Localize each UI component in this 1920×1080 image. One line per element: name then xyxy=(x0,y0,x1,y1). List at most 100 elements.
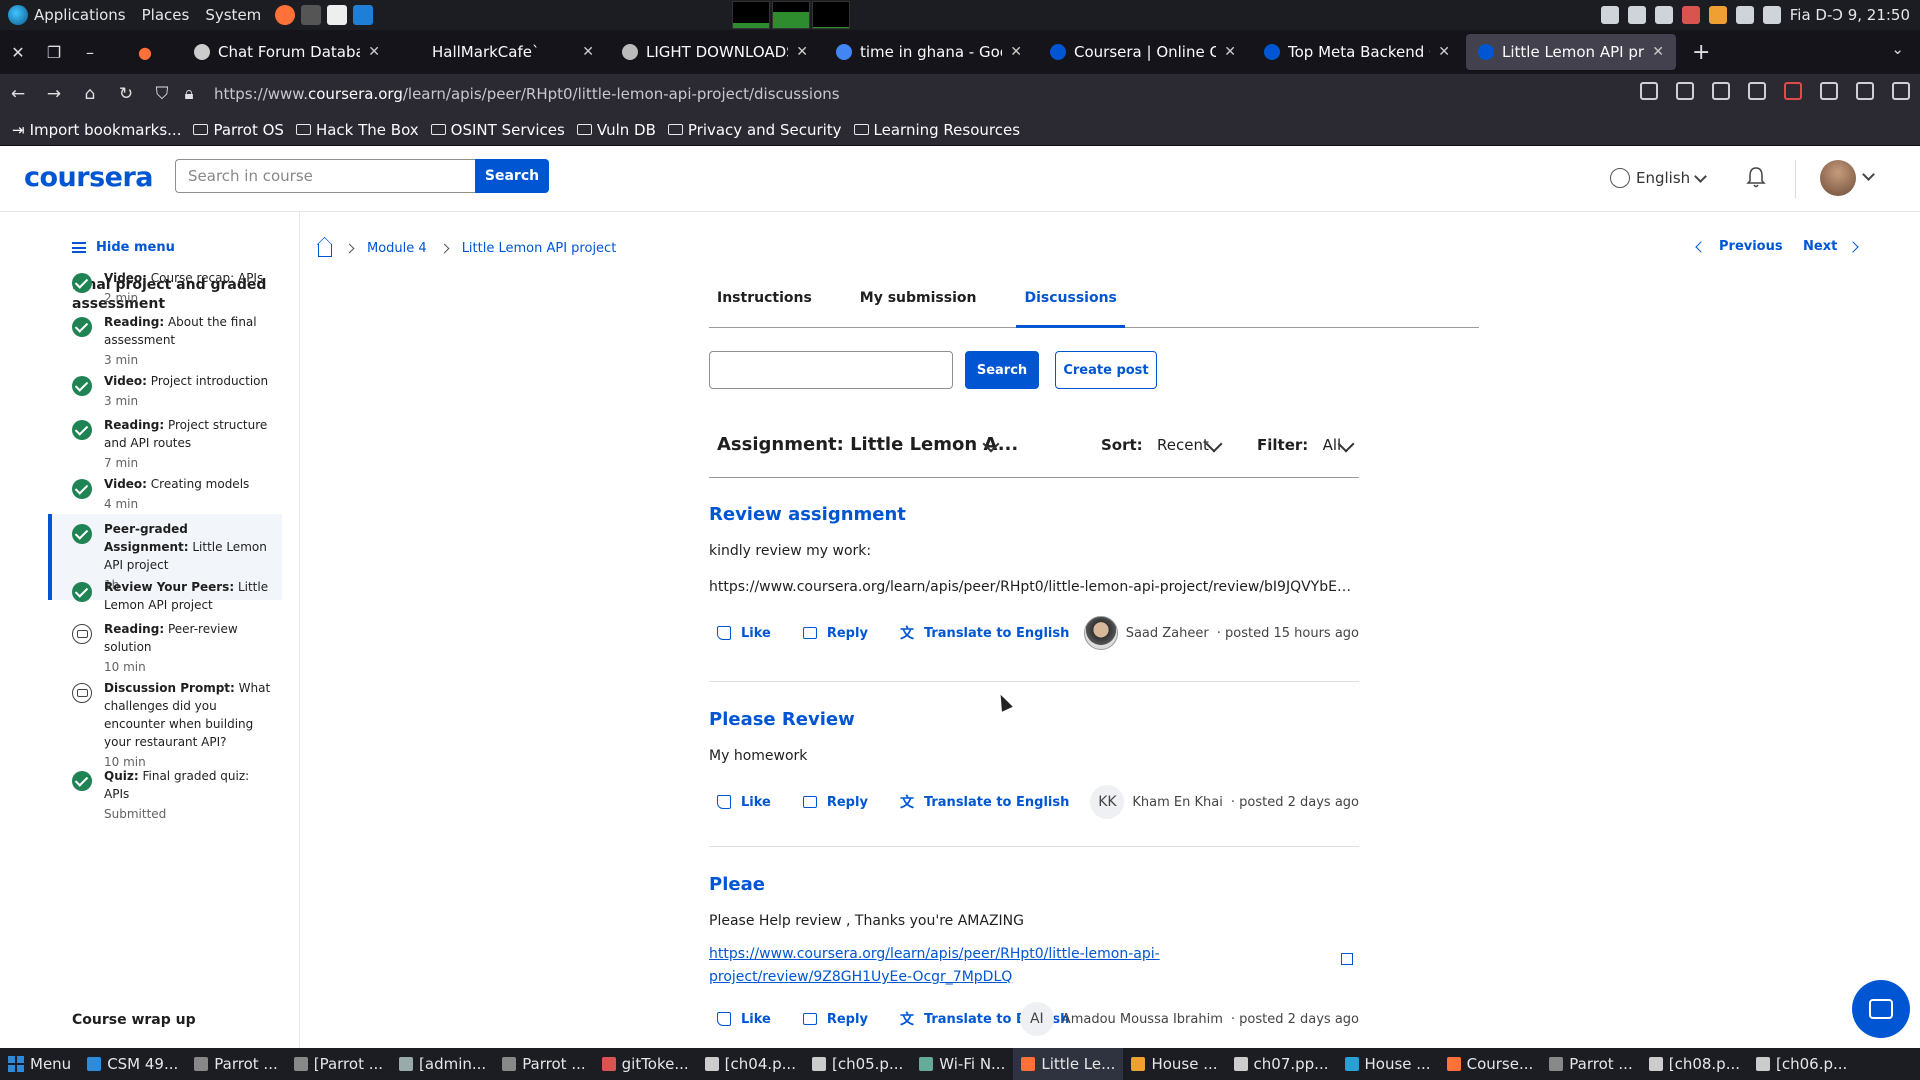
extension-icon[interactable] xyxy=(1748,82,1766,100)
taskbar-window[interactable]: gitToke... xyxy=(594,1048,697,1080)
taskbar-window[interactable]: [ch08.p... xyxy=(1641,1048,1748,1080)
bell-icon[interactable] xyxy=(1746,166,1766,188)
notification-icon[interactable] xyxy=(1681,6,1700,24)
browser-tab[interactable]: Top Meta Backend Course ✕ xyxy=(1252,34,1462,70)
browser-tab[interactable]: LIGHT DOWNLOADS: Kill ✕ xyxy=(610,34,820,70)
taskbar-window[interactable]: [admin... xyxy=(391,1048,494,1080)
lock-icon[interactable]: 🔒︎ xyxy=(180,84,198,104)
sidebar-item[interactable]: Video: Creating models 4 min xyxy=(48,475,282,513)
wifi-icon[interactable] xyxy=(1735,6,1754,24)
language-selector[interactable]: English xyxy=(1610,168,1708,188)
reply-button[interactable]: Reply xyxy=(802,626,868,641)
bluetooth-icon[interactable] xyxy=(1600,6,1619,24)
browser-tab[interactable]: Chat Forum Database De ✕ xyxy=(182,34,392,70)
reply-button[interactable]: Reply xyxy=(802,795,868,810)
taskbar-window[interactable]: Parrot ... xyxy=(494,1048,593,1080)
discussion-search-input[interactable] xyxy=(709,351,953,389)
editor-launcher-icon[interactable] xyxy=(327,5,348,25)
sidebar-item[interactable]: Quiz: Final graded quiz: APIs Submitted xyxy=(48,767,282,823)
browser-tab[interactable]: time in ghana - Google Se ✕ xyxy=(824,34,1034,70)
next-section-title[interactable]: Course wrap up xyxy=(72,1011,272,1030)
author-avatar[interactable]: AI xyxy=(1019,1002,1054,1036)
bookmark-folder[interactable]: Vuln DB xyxy=(576,121,656,139)
taskbar-window[interactable]: House ... xyxy=(1123,1048,1225,1080)
home-icon[interactable] xyxy=(318,244,332,257)
system-menu[interactable]: System xyxy=(197,6,269,24)
sidebar-item[interactable]: Review Your Peers: Little Lemon API proj… xyxy=(48,578,282,614)
post-title[interactable]: Review assignment xyxy=(709,504,1359,525)
close-window-icon[interactable]: ✕ xyxy=(0,43,36,62)
like-button[interactable]: Like xyxy=(717,795,771,810)
post-link[interactable]: https://www.coursera.org/learn/apis/peer… xyxy=(709,943,1249,989)
discussion-search-button[interactable]: Search xyxy=(965,351,1039,389)
chat-help-button[interactable] xyxy=(1852,980,1910,1038)
start-menu-button[interactable]: Menu xyxy=(0,1048,79,1080)
close-tab-icon[interactable]: ✕ xyxy=(796,44,808,60)
forward-icon[interactable]: → xyxy=(36,84,72,104)
terminal-launcher-icon[interactable] xyxy=(301,5,322,25)
reader-view-icon[interactable] xyxy=(1640,82,1658,100)
back-icon[interactable]: ← xyxy=(0,84,36,104)
tab-my-submission[interactable]: My submission xyxy=(852,282,985,328)
close-tab-icon[interactable]: ✕ xyxy=(368,44,380,60)
close-tab-icon[interactable]: ✕ xyxy=(1224,44,1236,60)
translate-button[interactable]: 文 Translate to English xyxy=(900,792,1069,812)
like-button[interactable]: Like xyxy=(717,626,771,641)
home-icon[interactable]: ⌂ xyxy=(72,84,108,104)
tab-instructions[interactable]: Instructions xyxy=(709,282,820,328)
new-tab-button[interactable]: + xyxy=(1680,40,1722,65)
translate-button[interactable]: 文 Translate to English xyxy=(900,623,1069,643)
app-menu-icon[interactable] xyxy=(1892,82,1910,100)
firefox-launcher-icon[interactable] xyxy=(275,5,296,25)
breadcrumb-module[interactable]: Module 4 xyxy=(367,241,427,256)
vscode-launcher-icon[interactable] xyxy=(353,5,374,25)
bookmark-folder[interactable]: Learning Resources xyxy=(853,121,1020,139)
bookmark-folder[interactable]: Hack The Box xyxy=(295,121,419,139)
sidebar-item[interactable]: Reading: Peer-review solution 10 min xyxy=(48,620,282,676)
taskbar-window[interactable]: Wi-Fi N... xyxy=(911,1048,1013,1080)
filter-dropdown[interactable]: Filter: All xyxy=(1257,436,1341,454)
author-name[interactable]: Saad Zaheer xyxy=(1126,626,1209,641)
sidebar-item[interactable]: Reading: Project structure and API route… xyxy=(48,416,282,472)
course-search-button[interactable]: Search xyxy=(475,159,549,193)
reply-button[interactable]: Reply xyxy=(802,1012,868,1027)
hide-menu-button[interactable]: Hide menu xyxy=(72,240,175,255)
sort-dropdown[interactable]: Sort: Recent xyxy=(1101,436,1209,454)
applications-menu[interactable]: Applications xyxy=(0,5,134,25)
close-tab-icon[interactable]: ✕ xyxy=(1010,44,1022,60)
create-post-button[interactable]: Create post xyxy=(1055,351,1157,389)
restore-window-icon[interactable]: ❐ xyxy=(36,43,72,62)
taskbar-window[interactable]: ch07.pp... xyxy=(1226,1048,1337,1080)
taskbar-window[interactable]: [Parrot ... xyxy=(286,1048,391,1080)
browser-tab[interactable]: HallMarkCafe` ✕ xyxy=(396,34,606,70)
taskbar-window[interactable]: Little Le... xyxy=(1013,1048,1124,1080)
bookmark-folder[interactable]: Privacy and Security xyxy=(667,121,842,139)
breadcrumb-project[interactable]: Little Lemon API project xyxy=(462,241,617,256)
sidebar-item[interactable]: Video: Project introduction 3 min xyxy=(48,372,282,410)
reload-icon[interactable]: ↻ xyxy=(108,84,144,104)
bookmark-folder[interactable]: Parrot OS xyxy=(193,121,284,139)
cloud-icon[interactable] xyxy=(1654,6,1673,24)
taskbar-window[interactable]: [ch04.p... xyxy=(697,1048,804,1080)
extensions-puzzle-icon[interactable] xyxy=(1856,82,1874,100)
external-link-icon[interactable] xyxy=(1341,953,1353,965)
post-title[interactable]: Please Review xyxy=(709,709,1359,730)
user-avatar[interactable] xyxy=(1820,160,1856,196)
list-all-tabs-icon[interactable]: ⌄ xyxy=(1891,40,1904,58)
post-title[interactable]: Pleae xyxy=(709,874,1359,895)
taskbar-window[interactable]: [ch06.p... xyxy=(1748,1048,1855,1080)
author-avatar[interactable]: KK xyxy=(1090,785,1125,819)
minimize-window-icon[interactable]: – xyxy=(72,43,108,62)
taskbar-window[interactable]: Parrot ... xyxy=(186,1048,285,1080)
assignment-selector[interactable]: Assignment: Little Lemon A... xyxy=(717,434,1018,455)
volume-icon[interactable] xyxy=(1627,6,1646,24)
firefox-view-icon[interactable]: ● xyxy=(108,43,182,62)
page-action-icon[interactable] xyxy=(1676,82,1694,100)
coursera-logo[interactable]: coursera xyxy=(24,162,154,193)
author-name[interactable]: Amadou Moussa Ibrahim xyxy=(1062,1012,1223,1027)
ublock-icon[interactable] xyxy=(1784,82,1802,100)
sidebar-item[interactable]: Reading: About the final assessment 3 min xyxy=(48,313,282,369)
previous-button[interactable]: Previous xyxy=(1695,239,1783,254)
clock[interactable]: Fia D-Ɔ 9, 21:50 xyxy=(1790,6,1910,24)
course-search-input[interactable]: Search in course xyxy=(175,159,475,193)
